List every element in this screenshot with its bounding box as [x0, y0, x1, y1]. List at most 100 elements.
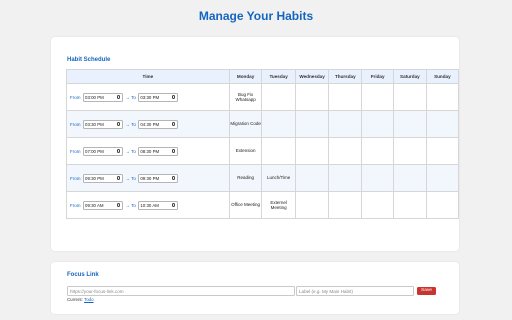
from-label: From [70, 94, 81, 100]
table-row: From 09:30 AM → To 10:30 AM Office Meeting Ext… [66, 191, 460, 219]
habit-cell-monday[interactable]: Reading [228, 164, 263, 192]
habit-schedule-table: Time Monday Tuesday Wednesday Thursday F… [66, 69, 460, 219]
clock-icon[interactable] [171, 95, 176, 99]
arrow-icon: → [125, 202, 131, 208]
habit-cell-wednesday[interactable] [294, 137, 330, 165]
current-label: Current: [67, 297, 83, 302]
time-range: From 09:30 PM → To 09:30 PM [67, 173, 229, 183]
habit-cell-friday[interactable] [361, 164, 395, 192]
clock-icon[interactable] [171, 122, 176, 126]
habit-cell-thursday[interactable] [328, 83, 363, 111]
clock-icon[interactable] [116, 122, 120, 126]
to-time-value: 04:30 PM [140, 121, 160, 127]
habit-cell-wednesday[interactable] [294, 83, 330, 111]
habit-schedule-heading: Habit Schedule [67, 57, 111, 63]
habit-cell-monday[interactable]: Migration Code [228, 110, 263, 138]
table-header-row: Time Monday Tuesday Wednesday Thursday F… [66, 69, 460, 84]
habit-cell-saturday[interactable] [393, 137, 427, 165]
habit-cell-sunday[interactable] [425, 110, 460, 138]
time-cell: From 09:30 AM → To 10:30 AM [66, 191, 230, 219]
habit-cell-monday[interactable]: Bug Fix Whatsapp [228, 83, 263, 111]
to-time-input[interactable]: 04:30 PM [137, 119, 178, 129]
column-header-monday: Monday [228, 69, 263, 84]
to-time-input[interactable]: 09:30 PM [137, 173, 178, 183]
time-cell: From 07:00 PM → To 08:30 PM [66, 137, 230, 165]
habit-cell-saturday[interactable] [393, 83, 427, 111]
column-header-thursday: Thursday [328, 69, 363, 84]
clock-icon[interactable] [171, 149, 176, 153]
arrow-icon: → [125, 148, 131, 154]
current-link[interactable]: Todo [84, 297, 94, 302]
habit-cell-tuesday[interactable] [261, 137, 296, 165]
time-range: From 09:30 AM → To 10:30 AM [67, 200, 229, 210]
focus-label-input[interactable]: Label (e.g. My Main Habit) [296, 286, 414, 296]
clock-icon[interactable] [116, 176, 120, 180]
from-time-input[interactable]: 09:30 PM [82, 173, 123, 183]
from-time-input[interactable]: 07:00 PM [82, 146, 123, 156]
habit-cell-wednesday[interactable] [294, 110, 330, 138]
time-range: From 03:30 PM → To 04:30 PM [67, 119, 229, 129]
focus-url-input[interactable]: https://your-focus-link.com [67, 286, 295, 296]
save-focus-link-button[interactable]: Save [417, 287, 436, 295]
habit-cell-wednesday[interactable] [294, 164, 330, 192]
clock-icon[interactable] [116, 149, 120, 153]
from-time-input[interactable]: 09:30 AM [82, 200, 123, 210]
habit-cell-tuesday[interactable] [261, 83, 296, 111]
habit-cell-sunday[interactable] [425, 191, 460, 219]
time-cell: From 09:30 PM → To 09:30 PM [66, 164, 230, 192]
from-time-input[interactable]: 03:30 PM [82, 119, 123, 129]
habit-text: Lunch/Time [266, 175, 291, 181]
from-label: From [70, 202, 81, 208]
arrow-icon: → [125, 94, 131, 100]
clock-icon[interactable] [171, 176, 176, 180]
habit-cell-thursday[interactable] [328, 191, 363, 219]
habit-cell-saturday[interactable] [393, 191, 427, 219]
habit-cell-tuesday[interactable] [261, 110, 296, 138]
to-time-value: 09:30 PM [140, 175, 160, 181]
from-time-value: 03:00 PM [85, 94, 104, 100]
habit-cell-tuesday[interactable]: Lunch/Time [261, 164, 296, 192]
column-header-sunday: Sunday [425, 69, 460, 84]
habit-cell-friday[interactable] [361, 83, 395, 111]
habit-text: Bug Fix Whatsapp [235, 91, 256, 103]
habit-cell-thursday[interactable] [328, 137, 363, 165]
habit-cell-friday[interactable] [361, 191, 395, 219]
to-time-input[interactable]: 10:30 AM [137, 200, 178, 210]
clock-icon[interactable] [116, 95, 120, 99]
habit-text: Extension [235, 148, 256, 154]
to-time-input[interactable]: 08:30 PM [137, 146, 178, 156]
habit-cell-thursday[interactable] [328, 164, 363, 192]
habit-cell-sunday[interactable] [425, 137, 460, 165]
habit-cell-monday[interactable]: Extension [228, 137, 263, 165]
clock-icon[interactable] [116, 203, 120, 207]
habit-text: Migration Code [230, 121, 261, 127]
habit-cell-sunday[interactable] [425, 164, 460, 192]
clock-icon[interactable] [171, 203, 176, 207]
habit-cell-sunday[interactable] [425, 83, 460, 111]
habit-cell-friday[interactable] [361, 110, 395, 138]
time-range: From 07:00 PM → To 08:30 PM [67, 146, 229, 156]
to-time-value: 10:30 AM [140, 202, 159, 208]
to-label: To [131, 94, 136, 100]
habit-cell-saturday[interactable] [393, 164, 427, 192]
habit-cell-saturday[interactable] [393, 110, 427, 138]
time-range: From 03:00 PM → To 03:30 PM [67, 92, 229, 102]
focus-link-heading: Focus Link [67, 272, 99, 278]
habit-cell-tuesday[interactable]: Externel Meeting [261, 191, 296, 219]
from-time-value: 03:30 PM [85, 121, 104, 127]
to-time-value: 08:30 PM [140, 148, 160, 154]
table-row: From 03:00 PM → To 03:30 PM Bug Fix Whatsapp [66, 83, 460, 111]
from-time-value: 07:00 PM [85, 148, 104, 154]
habit-schedule-card: Habit Schedule Time Monday Tuesday Wedne… [51, 37, 460, 277]
to-time-input[interactable]: 03:30 PM [137, 92, 178, 102]
habit-cell-thursday[interactable] [328, 110, 363, 138]
focus-link-card: Focus Link https://your-focus-link.com L… [51, 262, 459, 314]
from-time-input[interactable]: 03:00 PM [82, 92, 123, 102]
habit-cell-wednesday[interactable] [294, 191, 330, 219]
habit-text: Office Meeting [231, 202, 261, 208]
arrow-icon: → [125, 175, 131, 181]
habit-cell-friday[interactable] [361, 137, 395, 165]
from-time-value: 09:30 PM [85, 175, 104, 181]
from-label: From [70, 175, 81, 181]
habit-cell-monday[interactable]: Office Meeting [228, 191, 263, 219]
